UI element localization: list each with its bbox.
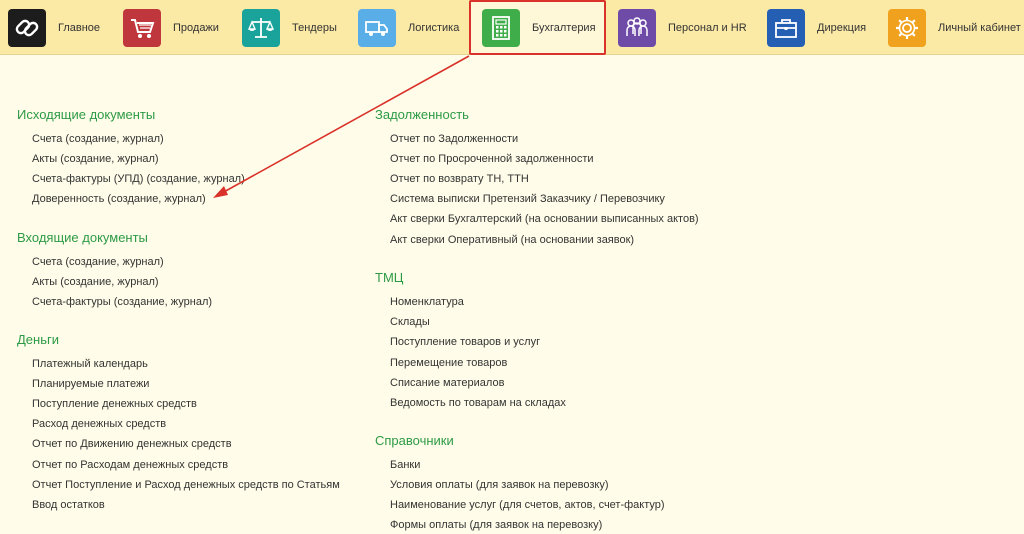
- section-title-money: Деньги: [17, 332, 59, 347]
- nav-item-hr[interactable]: Персонал и HR: [618, 0, 747, 55]
- nav-item-logistics[interactable]: Логистика: [358, 0, 459, 55]
- link-outgoing-acts[interactable]: Акты (создание, журнал): [32, 153, 159, 165]
- nav-tile-hr: [618, 8, 656, 47]
- scales-icon: [247, 17, 275, 38]
- link-incoming-acts[interactable]: Акты (создание, журнал): [32, 276, 159, 288]
- link-tmc-transfer[interactable]: Перемещение товаров: [390, 357, 507, 369]
- nav-tile-accounting: [482, 8, 520, 47]
- link-money-cashflow-report[interactable]: Отчет по Движению денежных средств: [32, 438, 232, 450]
- nav-item-tenders[interactable]: Тендеры: [242, 0, 337, 55]
- people-icon: [626, 16, 648, 36]
- section-title-outgoing: Исходящие документы: [17, 107, 156, 122]
- link-debt-reconciliation-accounting[interactable]: Акт сверки Бухгалтерский (на основании в…: [390, 213, 699, 225]
- nav-label-sales: Продажи: [173, 21, 219, 34]
- nav-label-hr: Персонал и HR: [668, 21, 747, 34]
- nav-label-accounting: Бухгалтерия: [532, 21, 596, 34]
- nav-tile-cabinet: [888, 8, 926, 47]
- link-debt-report[interactable]: Отчет по Задолженности: [390, 133, 518, 145]
- shopping-cart-icon: [131, 18, 155, 38]
- truck-icon: [365, 20, 388, 36]
- section-title-tmc: ТМЦ: [375, 270, 404, 285]
- link-tmc-warehouses[interactable]: Склады: [390, 316, 430, 328]
- briefcase-icon: [775, 18, 797, 38]
- nav-label-tenders: Тендеры: [292, 21, 337, 34]
- link-incoming-invoices[interactable]: Счета (создание, журнал): [32, 256, 164, 268]
- nav-item-accounting[interactable]: Бухгалтерия: [482, 0, 596, 55]
- calculator-icon: [492, 15, 510, 40]
- section-title-incoming: Входящие документы: [17, 230, 148, 245]
- nav-tile-sales: [123, 8, 161, 47]
- link-dir-service-names[interactable]: Наименование услуг (для счетов, актов, с…: [390, 499, 665, 511]
- link-debt-reconciliation-operative[interactable]: Акт сверки Оперативный (на основании зая…: [390, 234, 634, 246]
- link-money-articles-report[interactable]: Отчет Поступление и Расход денежных сред…: [32, 479, 340, 491]
- section-title-debt: Задолженность: [375, 107, 469, 122]
- link-incoming-invoice-facts[interactable]: Счета-фактуры (создание, журнал): [32, 296, 212, 308]
- nav-tile-logistics: [358, 8, 396, 47]
- link-debt-return-tn[interactable]: Отчет по возврату ТН, ТТН: [390, 173, 529, 185]
- link-icon: [15, 19, 39, 36]
- link-dir-payment-forms[interactable]: Формы оплаты (для заявок на перевозку): [390, 519, 602, 531]
- nav-label-logistics: Логистика: [408, 21, 460, 34]
- nav-item-direction[interactable]: Дирекция: [767, 0, 866, 55]
- link-money-expense-report[interactable]: Отчет по Расходам денежных средств: [32, 459, 228, 471]
- link-tmc-receipts[interactable]: Поступление товаров и услуг: [390, 336, 540, 348]
- link-outgoing-invoices[interactable]: Счета (создание, журнал): [32, 133, 164, 145]
- link-tmc-writeoff[interactable]: Списание материалов: [390, 377, 504, 389]
- link-money-income[interactable]: Поступление денежных средств: [32, 398, 197, 410]
- nav-tile-main: [8, 8, 46, 47]
- link-money-payment-calendar[interactable]: Платежный календарь: [32, 358, 148, 370]
- link-tmc-nomenclature[interactable]: Номенклатура: [390, 296, 464, 308]
- link-dir-payment-terms[interactable]: Условия оплаты (для заявок на перевозку): [390, 479, 609, 491]
- link-money-expense[interactable]: Расход денежных средств: [32, 418, 166, 430]
- nav-tile-tenders: [242, 8, 280, 47]
- nav-item-cabinet[interactable]: Личный кабинет: [888, 0, 1021, 55]
- nav-label-direction: Дирекция: [817, 21, 867, 34]
- link-dir-banks[interactable]: Банки: [390, 459, 420, 471]
- link-debt-overdue[interactable]: Отчет по Просроченной задолженности: [390, 153, 594, 165]
- link-money-planned-payments[interactable]: Планируемые платежи: [32, 378, 149, 390]
- nav-tile-direction: [767, 8, 805, 47]
- link-tmc-warehouse-statement[interactable]: Ведомость по товарам на складах: [390, 397, 566, 409]
- link-outgoing-upd[interactable]: Счета-фактуры (УПД) (создание, журнал): [32, 173, 245, 185]
- nav-item-sales[interactable]: Продажи: [123, 0, 219, 55]
- link-outgoing-power-of-attorney[interactable]: Доверенность (создание, журнал): [32, 193, 206, 205]
- nav-label-cabinet: Личный кабинет: [938, 21, 1021, 34]
- nav-item-main[interactable]: Главное: [8, 0, 100, 55]
- top-navigation-bar: Главное Продажи Тендеры Логистика Бухгал…: [0, 0, 1024, 55]
- section-title-directories: Справочники: [375, 433, 454, 448]
- link-debt-claims[interactable]: Система выписки Претензий Заказчику / Пе…: [390, 193, 665, 205]
- nav-label-main: Главное: [58, 21, 101, 34]
- link-money-opening-balances[interactable]: Ввод остатков: [32, 499, 105, 511]
- gear-icon: [896, 16, 918, 39]
